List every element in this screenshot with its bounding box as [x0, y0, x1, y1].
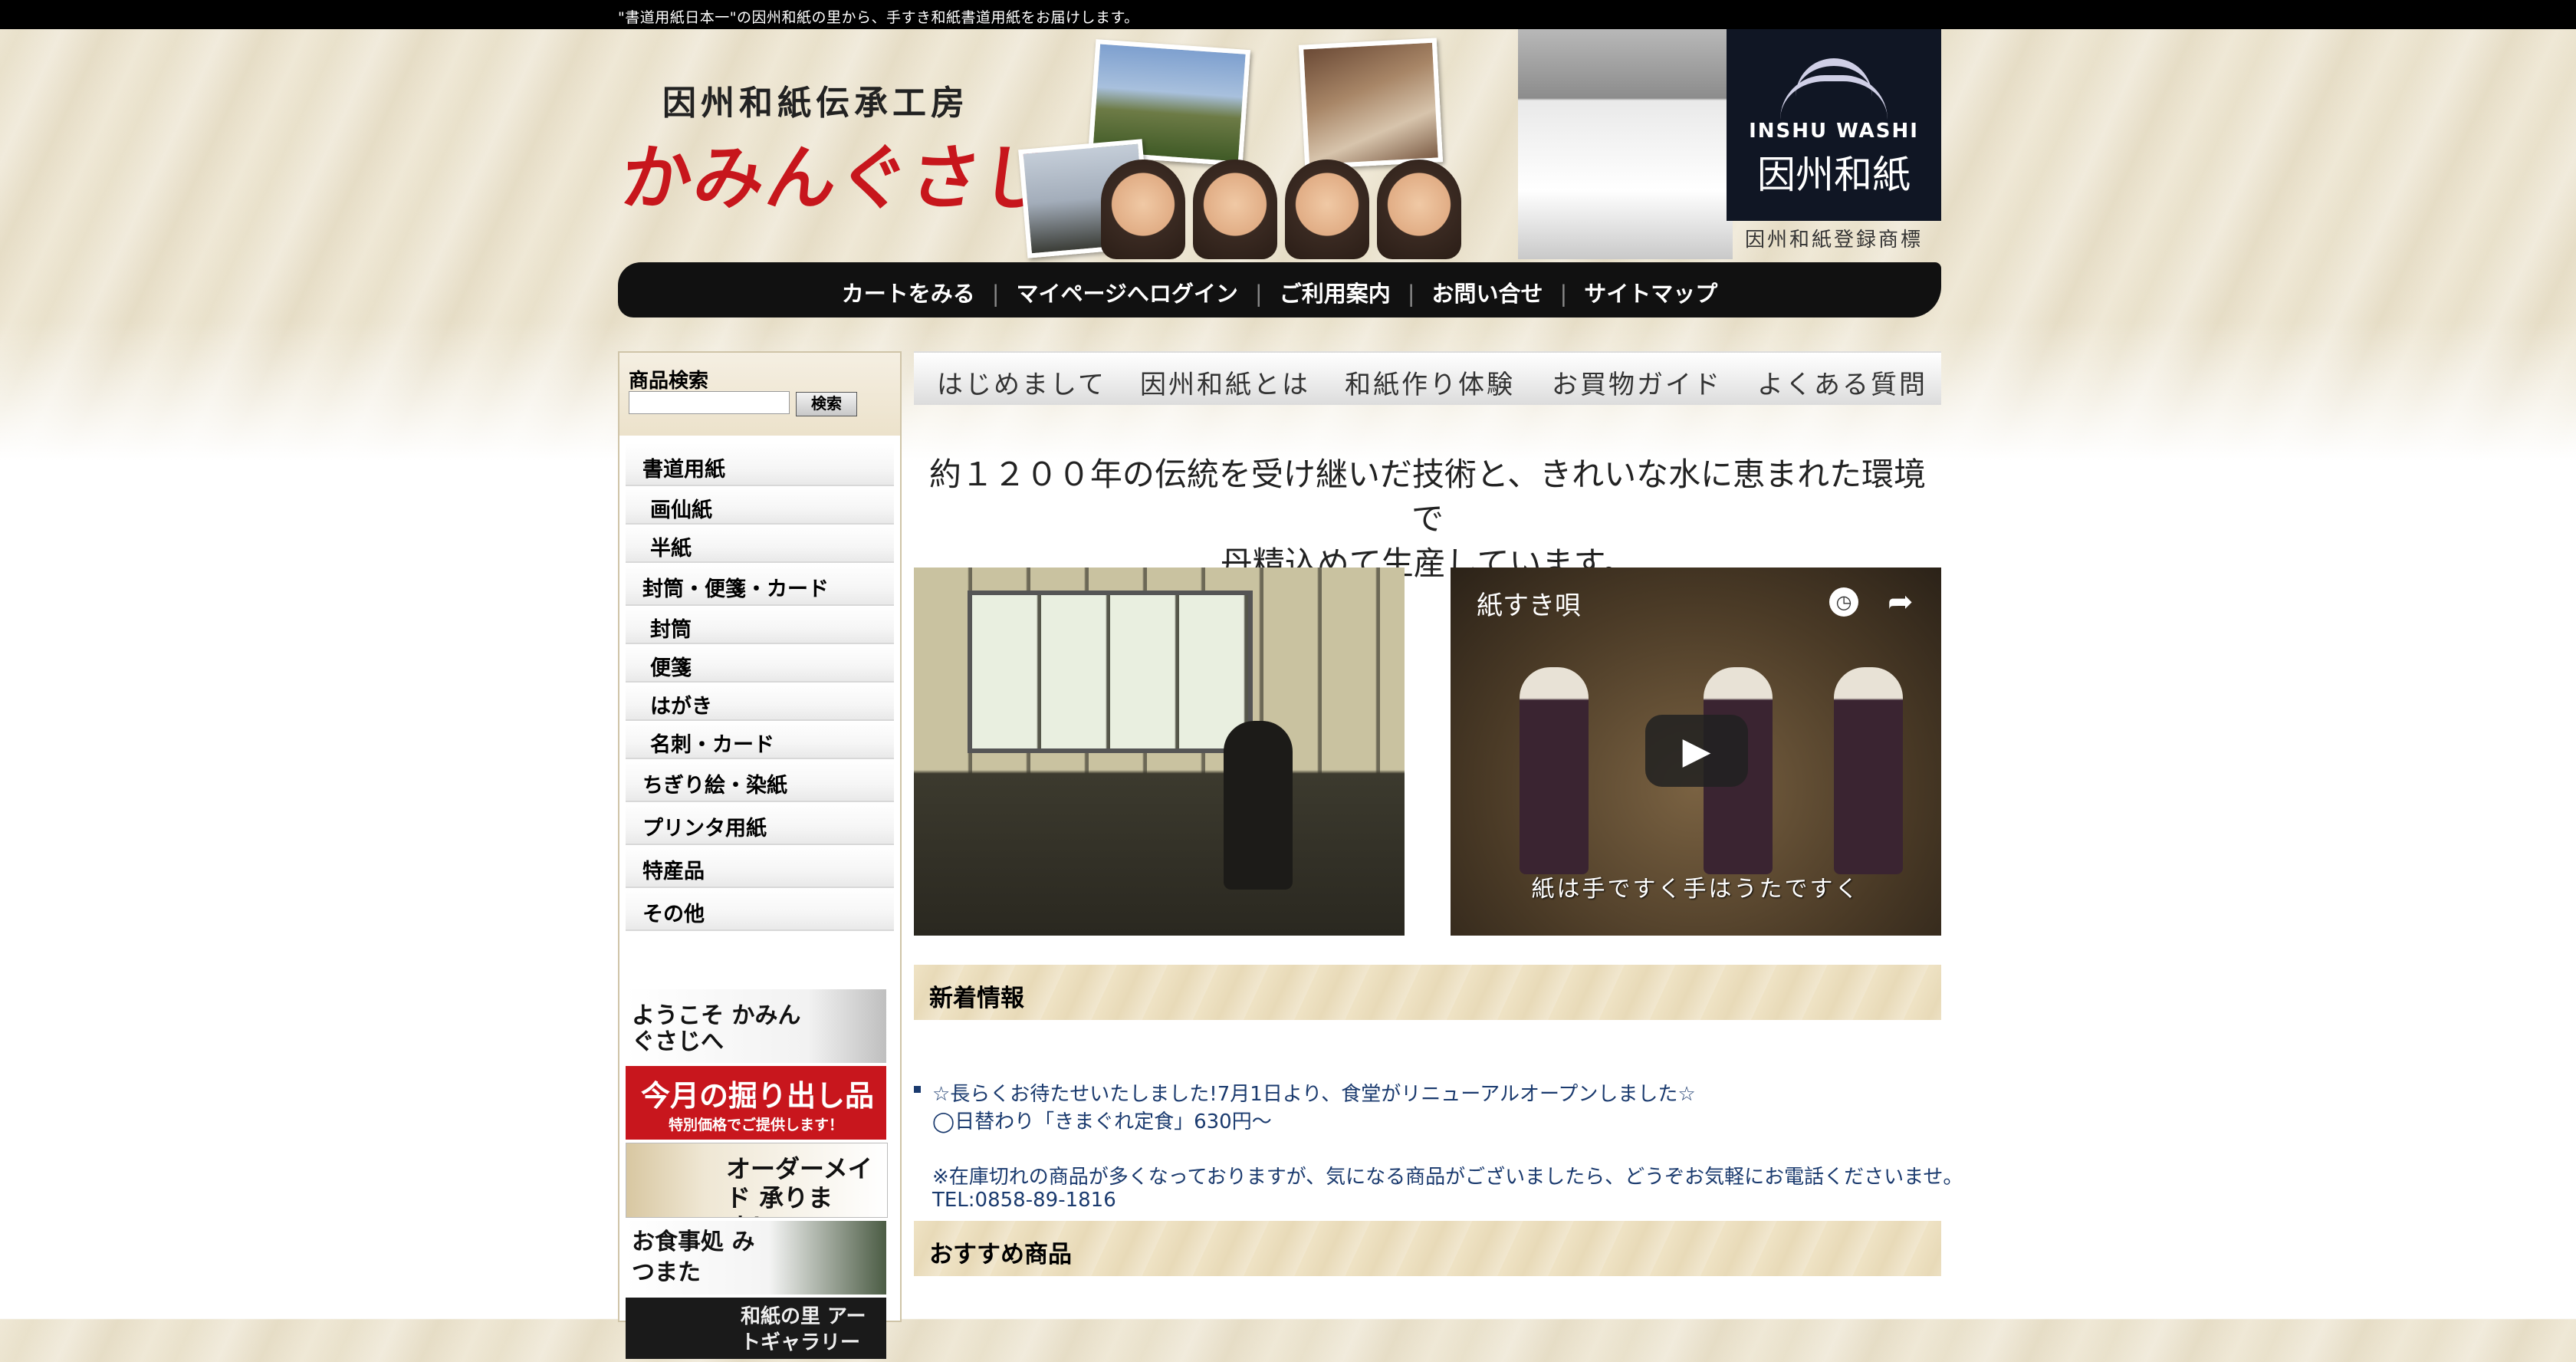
nav-separator: | [1407, 281, 1415, 307]
news-item: ☆長らくお待たせいたしました!7月1日より、食堂がリニューアルオープンしました☆ [932, 1083, 1696, 1106]
menu-about-inshu-washi[interactable]: 因州和紙とは [1140, 364, 1310, 401]
headline-line-1: 約１２００年の伝統を受け継いだ技術と、きれいな水に恵まれた環境で [928, 456, 1927, 538]
workshop-person [1224, 721, 1293, 890]
recommend-heading-bar: おすすめ商品 [914, 1221, 1941, 1276]
site-logo[interactable]: かみんぐさじ [617, 121, 1060, 223]
product-search-label: 商品検索 [629, 370, 709, 393]
site-header: 因州和紙伝承工房 かみんぐさじ INSHU WASHI 因州和紙 因州和紙登録商… [617, 29, 1941, 317]
workshop-photo [914, 568, 1405, 936]
product-search: 商品検索 検索 [619, 353, 900, 436]
staff-face [1285, 160, 1369, 259]
category-label: ちぎり絵・染紙 [642, 774, 787, 798]
nav-separator: | [1254, 281, 1263, 307]
category-printer-paper[interactable]: プリンタ用紙 [626, 802, 894, 845]
nav-mypage-login-link[interactable]: マイページへログイン [999, 276, 1254, 308]
category-chigirie-dyed-paper[interactable]: ちぎり絵・染紙 [626, 759, 894, 802]
sidebar: 商品検索 検索 書道用紙 画仙紙 半紙 封筒・便箋・カード 封筒 便箋 はがき … [618, 351, 902, 1359]
banner-order-made[interactable]: オーダーメイド 承ります！ [626, 1143, 888, 1218]
banner-restaurant-text: お食事処 みつまた [632, 1229, 755, 1286]
news-heading-bar: 新着情報 [914, 965, 1941, 1020]
category-list: 書道用紙 画仙紙 半紙 封筒・便箋・カード 封筒 便箋 はがき 名刺・カード ち… [626, 443, 894, 931]
search-input[interactable] [629, 391, 790, 414]
category-letter-paper[interactable]: 便箋 [626, 644, 894, 683]
banner-art-gallery-text: 和紙の里 アートギャラリー [741, 1305, 866, 1354]
category-label: 名刺・カード [650, 733, 774, 757]
share-icon[interactable]: ➦ [1888, 584, 1914, 620]
badge-emblem-arc [1780, 75, 1888, 120]
play-button[interactable]: ▶ [1645, 715, 1748, 787]
header-photo-staff [1093, 129, 1523, 259]
category-label: 書道用紙 [642, 458, 725, 482]
global-nav: カートをみる | マイページへログイン | ご利用案内 | お問い合せ | サイトマップ [618, 262, 1941, 317]
banner-order-made-text: オーダーメイド 承ります！ [726, 1154, 872, 1217]
search-button[interactable]: 検索 [796, 392, 857, 416]
category-hanshi[interactable]: 半紙 [626, 525, 894, 563]
video-dancer [1834, 667, 1903, 874]
category-gasenshi[interactable]: 画仙紙 [626, 486, 894, 525]
category-label: 画仙紙 [650, 498, 712, 522]
video-title[interactable]: 紙すき唄 [1477, 584, 1581, 622]
nav-separator: | [991, 281, 1000, 307]
news-item: ※在庫切れの商品が多くなっておりますが、気になる商品がございましたら、どうぞお気… [932, 1166, 1963, 1189]
category-label: 半紙 [650, 537, 692, 561]
category-envelope[interactable]: 封筒 [626, 606, 894, 644]
banner-art-gallery[interactable]: 和紙の里 アートギャラリー [626, 1298, 886, 1359]
video-player[interactable]: 紙すき唄 ◷ ➦ ▶ 紙は手ですく手はうたですく [1451, 568, 1941, 936]
nav-separator: | [1559, 281, 1568, 307]
badge-japanese-text: 因州和紙 [1757, 153, 1911, 197]
nav-guide-link[interactable]: ご利用案内 [1263, 276, 1408, 308]
category-other[interactable]: その他 [626, 888, 894, 931]
category-specialty-products[interactable]: 特産品 [626, 845, 894, 888]
trademark-note: 因州和紙登録商標 [1744, 229, 1923, 252]
category-label: はがき [650, 695, 712, 719]
category-label: 封筒・便箋・カード [642, 577, 829, 601]
category-label: 特産品 [642, 860, 705, 883]
video-caption: 紙は手ですく手はうたですく [1531, 876, 1861, 903]
category-postcard[interactable]: はがき [626, 683, 894, 721]
main-headline: 約１２００年の伝統を受け継いだ技術と、きれいな水に恵まれた環境で 丹精込めて生産… [914, 452, 1941, 586]
banner-restaurant-mitsumata[interactable]: お食事処 みつまた [626, 1221, 886, 1295]
category-calligraphy-paper[interactable]: 書道用紙 [626, 443, 894, 486]
category-label: 封筒 [650, 618, 692, 642]
category-label: プリンタ用紙 [642, 817, 767, 841]
news-heading: 新着情報 [929, 985, 1024, 1012]
category-business-card[interactable]: 名刺・カード [626, 721, 894, 759]
menu-faq[interactable]: よくある質問 [1757, 364, 1927, 401]
nav-cart-link[interactable]: カートをみる [825, 276, 992, 308]
menu-papermaking-experience[interactable]: 和紙作り体験 [1345, 364, 1515, 401]
menu-introduction[interactable]: はじめまして [937, 364, 1106, 401]
category-label: その他 [642, 903, 705, 926]
nav-sitemap-link[interactable]: サイトマップ [1567, 276, 1734, 308]
sidebar-banners: ようこそ かみんぐさじへ 今月の掘り出し品 特別価格でご提供します！ オーダーメ… [626, 989, 888, 1362]
banner-welcome[interactable]: ようこそ かみんぐさじへ [626, 989, 886, 1063]
watch-later-icon[interactable]: ◷ [1829, 587, 1858, 617]
nav-contact-link[interactable]: お問い合せ [1414, 276, 1559, 308]
badge-english-text: INSHU WASHI [1749, 120, 1919, 143]
banner-monthly-deals[interactable]: 今月の掘り出し品 特別価格でご提供します！ [626, 1066, 886, 1140]
banner-monthly-deals-sub: 特別価格でご提供します！ [668, 1117, 843, 1133]
category-envelope-stationery-card[interactable]: 封筒・便箋・カード [626, 563, 894, 606]
global-nav-links: カートをみる | マイページへログイン | ご利用案内 | お問い合せ | サイトマップ [618, 276, 1941, 308]
banner-monthly-deals-title: 今月の掘り出し品 [641, 1078, 875, 1113]
category-label: 便箋 [650, 656, 692, 680]
header-photo-calligraphy [1518, 29, 1733, 259]
inshu-washi-badge: INSHU WASHI 因州和紙 [1727, 29, 1941, 221]
logo-subtitle[interactable]: 因州和紙伝承工房 [662, 75, 969, 124]
news-bullet-icon [914, 1086, 921, 1093]
recommend-heading: おすすめ商品 [929, 1241, 1072, 1268]
menu-shopping-guide[interactable]: お買物ガイド [1552, 364, 1722, 401]
top-bar: "書道用紙日本一"の因州和紙の里から、手すき和紙書道用紙をお届けします。 [0, 0, 2576, 29]
news-item: ◯日替わり「きまぐれ定食」630円〜 [932, 1110, 1272, 1133]
content-menu: はじめまして 因州和紙とは 和紙作り体験 お買物ガイド よくある質問 [914, 351, 1941, 405]
staff-face [1377, 160, 1461, 259]
site-tagline: "書道用紙日本一"の因州和紙の里から、手すき和紙書道用紙をお届けします。 [618, 9, 1139, 26]
video-dancer [1520, 667, 1589, 874]
news-phone: TEL:0858-89-1816 [932, 1189, 1116, 1212]
staff-face [1193, 160, 1277, 259]
staff-face [1101, 160, 1185, 259]
workshop-window [968, 591, 1253, 753]
banner-welcome-text: ようこそ かみんぐさじへ [632, 1002, 801, 1055]
